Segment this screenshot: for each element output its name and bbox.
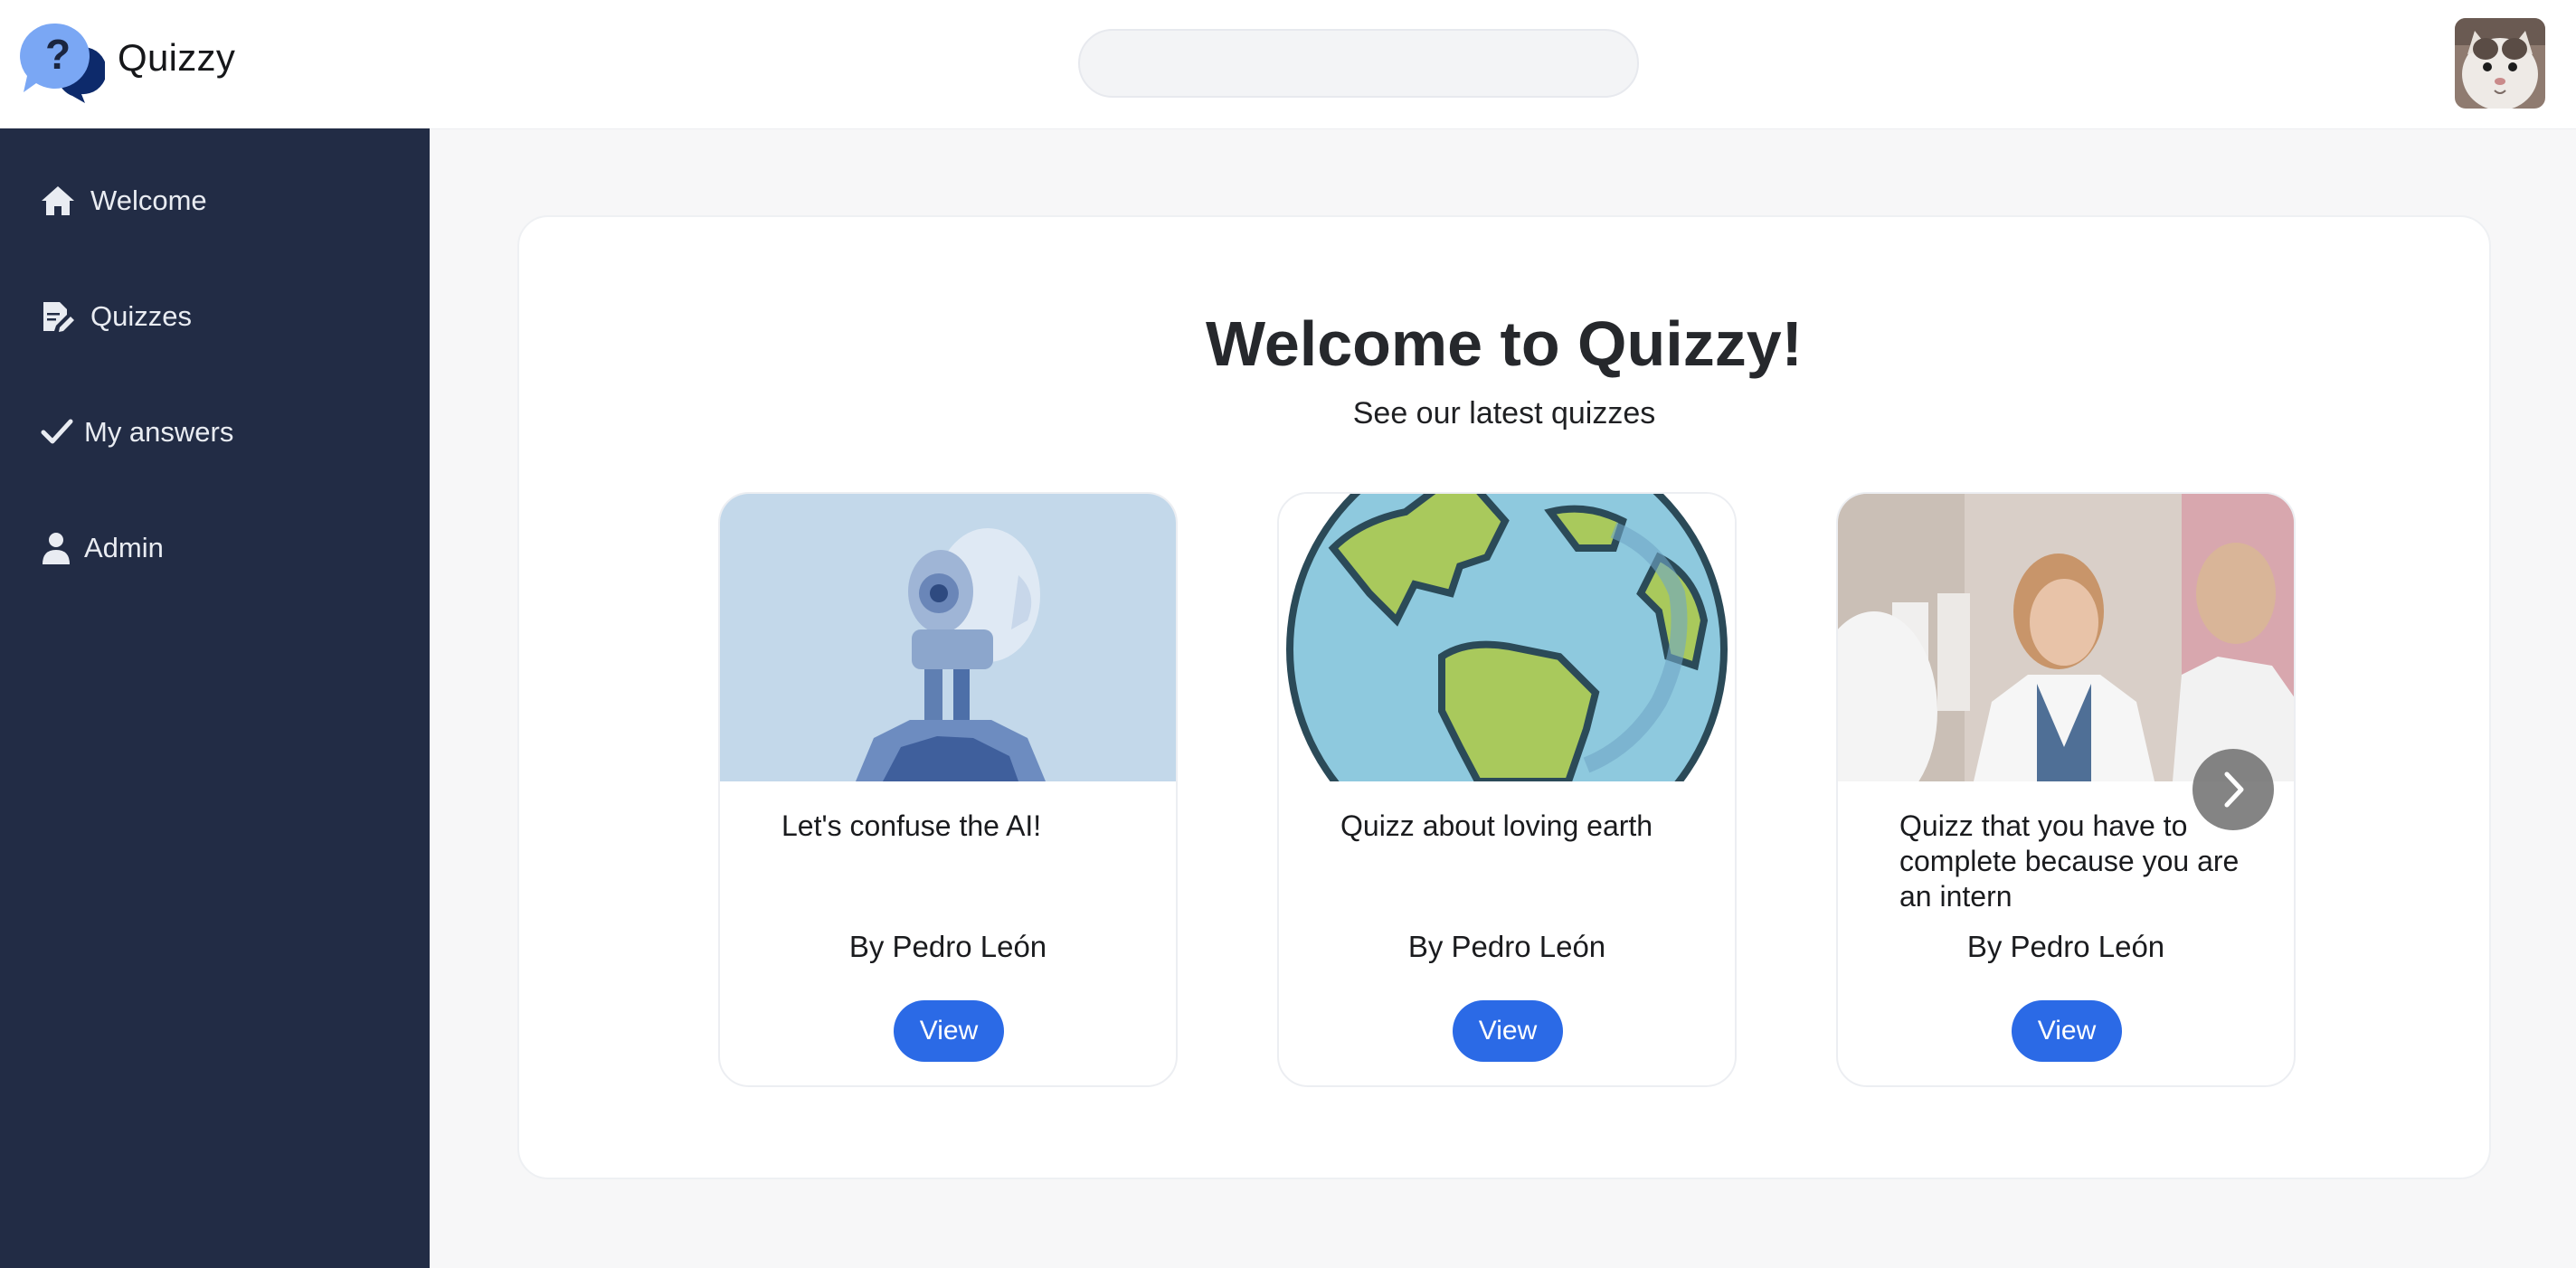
sidebar-item-admin[interactable]: Admin	[0, 512, 430, 584]
quiz-card: Let's confuse the AI! By Pedro León View	[718, 492, 1178, 1087]
quiz-edit-icon	[43, 302, 74, 332]
robot-image	[720, 494, 1176, 781]
quiz-author: By Pedro León	[848, 930, 1047, 963]
brand-name[interactable]: Quizzy	[118, 36, 235, 80]
earth-image	[1279, 494, 1735, 781]
search-input[interactable]	[1078, 29, 1639, 98]
sidebar-item-quizzes[interactable]: Quizzes	[0, 280, 430, 353]
quizzy-logo-icon[interactable]: ?	[20, 22, 105, 105]
top-header: ? Quizzy	[0, 0, 2576, 128]
svg-text:?: ?	[45, 31, 71, 78]
page-subtitle: See our latest quizzes	[1352, 396, 1656, 431]
sidebar-item-label: Admin	[84, 532, 164, 563]
sidebar: Welcome Quizzes My answers Admin	[0, 128, 430, 1268]
view-quiz-button[interactable]: View	[894, 1000, 1004, 1062]
doctors-image	[1838, 494, 2294, 781]
sidebar-item-welcome[interactable]: Welcome	[0, 165, 430, 237]
quiz-title: Let's confuse the AI!	[781, 809, 1042, 842]
home-icon	[42, 186, 74, 215]
cat-avatar-image	[2455, 18, 2545, 109]
view-quiz-button[interactable]: View	[1453, 1000, 1563, 1062]
carousel-next-button[interactable]	[2192, 749, 2274, 830]
sidebar-item-label: Welcome	[90, 185, 207, 216]
sidebar-item-label: My answers	[84, 416, 234, 448]
sidebar-item-label: Quizzes	[90, 300, 192, 332]
quiz-title: Quizz that you have to complete because …	[1899, 809, 2240, 913]
quiz-author: By Pedro León	[1966, 930, 2165, 963]
quiz-card: Quizz about loving earth By Pedro León V…	[1277, 492, 1737, 1087]
view-quiz-button[interactable]: View	[2012, 1000, 2122, 1062]
check-icon	[41, 419, 73, 444]
quiz-author: By Pedro León	[1407, 930, 1606, 963]
user-avatar[interactable]	[2455, 18, 2545, 109]
page-title: Welcome to Quizzy!	[1206, 308, 1803, 379]
sidebar-item-my-answers[interactable]: My answers	[0, 396, 430, 468]
chevron-right-icon	[2224, 771, 2244, 808]
welcome-panel: Welcome to Quizzy! See our latest quizze…	[517, 215, 2491, 1179]
quiz-title: Quizz about loving earth	[1340, 809, 1653, 842]
user-icon	[43, 533, 70, 564]
